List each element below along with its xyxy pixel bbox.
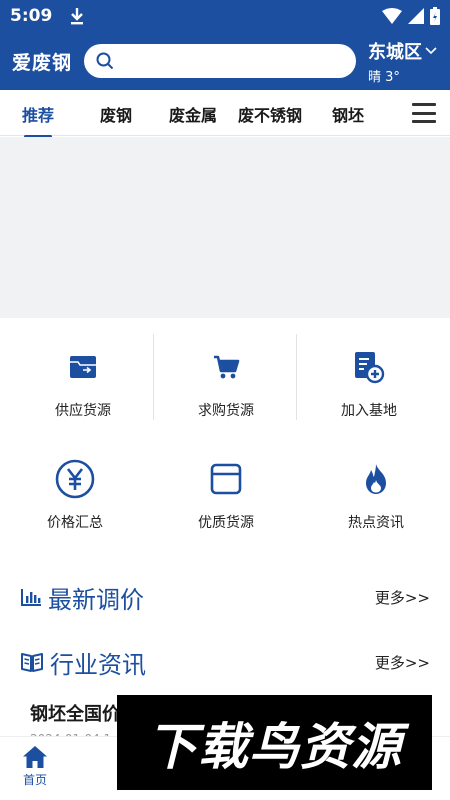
search-bar[interactable] xyxy=(84,44,356,78)
watermark-overlay: 下载鸟资源 xyxy=(117,695,432,790)
more-link[interactable]: 更多>> xyxy=(375,587,430,608)
menu-icon[interactable] xyxy=(412,103,436,123)
grid-label: 热点资讯 xyxy=(348,515,404,531)
status-time: 5:09 xyxy=(10,6,53,26)
nav-home-label: 首页 xyxy=(22,773,47,787)
grid-item-hot-news[interactable]: 热点资讯 xyxy=(301,456,450,556)
search-icon xyxy=(96,52,114,70)
location-selector[interactable]: 东城区 晴 3° xyxy=(368,38,437,85)
section-title: 行业资讯 xyxy=(50,650,146,679)
grid-item-join-base[interactable]: 加入基地 xyxy=(294,344,444,444)
bar-chart-icon xyxy=(21,589,41,606)
category-tabs: 推荐 废钢 废金属 废不锈钢 钢坯 xyxy=(0,90,450,138)
tab-scrap-steel[interactable]: 废钢 xyxy=(100,102,132,126)
banner-carousel[interactable] xyxy=(0,137,450,318)
book-icon xyxy=(21,653,43,672)
status-bar: 5:09 xyxy=(0,0,450,32)
section-industry-news: 行业资讯 更多>> xyxy=(0,642,450,682)
flame-icon xyxy=(366,464,386,494)
status-icons xyxy=(382,7,440,25)
tab-scrap-metal[interactable]: 废金属 xyxy=(169,102,217,126)
search-input[interactable] xyxy=(122,53,356,69)
shopping-cart-icon xyxy=(214,355,240,379)
chevron-down-icon xyxy=(425,46,437,54)
supply-truck-icon xyxy=(70,356,96,378)
tab-billet[interactable]: 钢坯 xyxy=(332,102,364,126)
tab-recommend[interactable]: 推荐 xyxy=(22,102,54,138)
grid-item-quality-supply[interactable]: 优质货源 xyxy=(151,456,301,556)
grid-label: 求购货源 xyxy=(198,403,254,419)
section-title: 最新调价 xyxy=(48,585,144,614)
more-link[interactable]: 更多>> xyxy=(375,652,430,673)
battery-icon xyxy=(430,7,440,25)
yuan-circle-icon xyxy=(55,459,95,499)
grid-label: 供应货源 xyxy=(55,403,111,419)
box-icon xyxy=(210,463,242,495)
watermark-text: 下载鸟资源 xyxy=(147,717,402,776)
add-document-icon xyxy=(355,352,385,384)
wifi-icon xyxy=(382,8,402,24)
home-icon xyxy=(23,746,47,768)
grid-label: 优质货源 xyxy=(198,515,254,531)
brand-logo-text: 爱废钢 xyxy=(12,51,73,74)
grid-label: 价格汇总 xyxy=(47,515,103,531)
grid-item-price-summary[interactable]: 价格汇总 xyxy=(0,456,150,556)
tab-scrap-stainless[interactable]: 废不锈钢 xyxy=(238,102,302,126)
section-price-update: 最新调价 更多>> xyxy=(0,577,450,617)
signal-icon xyxy=(408,8,424,24)
news-item-title[interactable]: 钢坯全国价 xyxy=(30,700,120,726)
download-icon xyxy=(71,8,84,25)
nav-home[interactable]: 首页 xyxy=(22,745,48,788)
city-name: 东城区 xyxy=(368,41,422,63)
weather-text: 晴 3° xyxy=(368,69,400,85)
grid-item-supply[interactable]: 供应货源 xyxy=(8,344,158,444)
grid-item-purchase[interactable]: 求购货源 xyxy=(151,344,301,444)
grid-label: 加入基地 xyxy=(341,403,397,419)
app-header: 爱废钢 东城区 晴 3° xyxy=(0,32,450,90)
